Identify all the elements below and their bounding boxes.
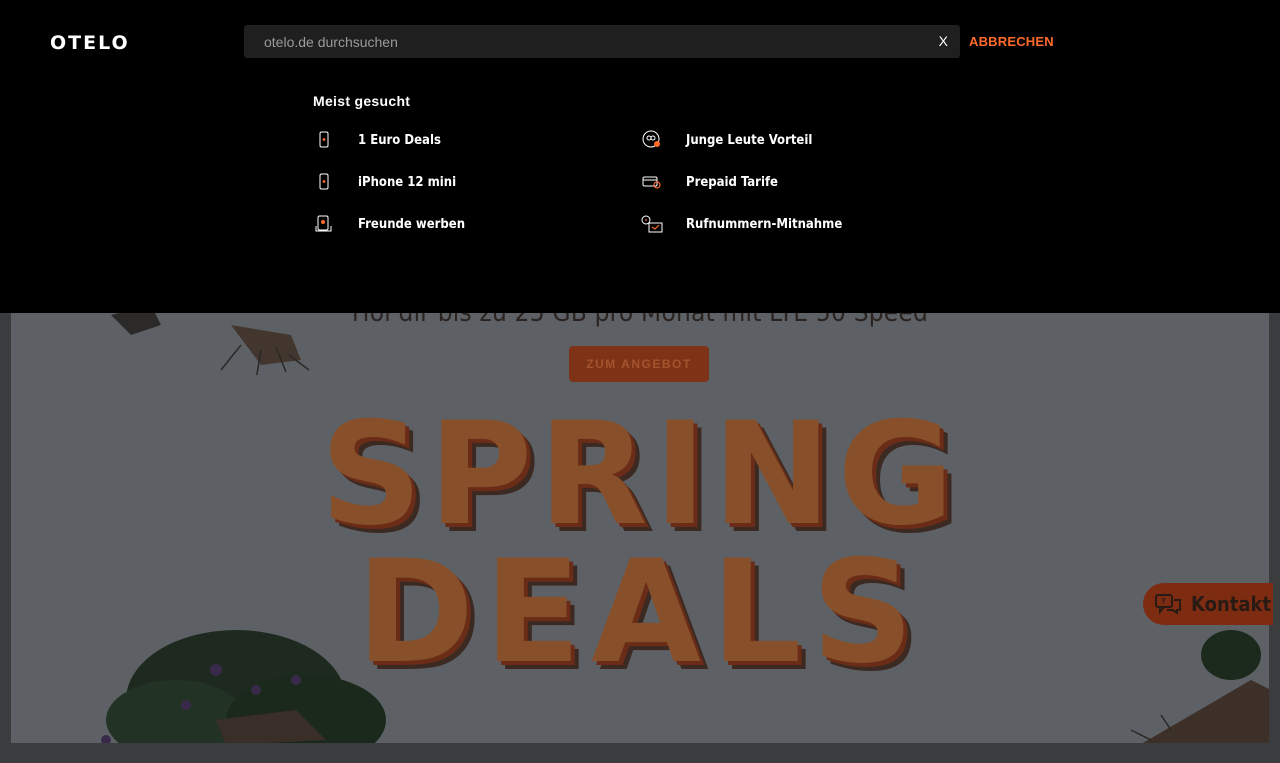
- chat-help-icon: ?: [1155, 593, 1181, 615]
- svg-text:?: ?: [1161, 597, 1166, 606]
- popular-link-prepaid-tarife[interactable]: Prepaid Tarife: [641, 170, 778, 194]
- otelo-logo[interactable]: OTELO: [50, 32, 130, 54]
- popular-link-label: 1 Euro Deals: [358, 132, 441, 148]
- popular-link-label: Junge Leute Vorteil: [686, 132, 813, 148]
- contact-button[interactable]: ? Kontakt: [1143, 583, 1273, 625]
- popular-link-label: Rufnummern-Mitnahme: [686, 216, 843, 232]
- popular-link-rufnummern-mitnahme[interactable]: Rufnummern-Mitnahme: [641, 212, 842, 236]
- search-overlay: OTELO X ABBRECHEN Meist gesucht 1 Euro D…: [0, 0, 1280, 313]
- popular-searches-title: Meist gesucht: [313, 93, 411, 109]
- popular-link-iphone-12-mini[interactable]: iPhone 12 mini: [313, 170, 456, 194]
- popular-link-label: iPhone 12 mini: [358, 174, 457, 190]
- popular-link-label: Prepaid Tarife: [686, 174, 778, 190]
- popular-link-label: Freunde werben: [358, 216, 466, 232]
- hero-headline-line1: SPRING: [320, 392, 960, 557]
- refer-friend-icon: [313, 213, 335, 235]
- prepaid-card-icon: [641, 171, 663, 193]
- popular-link-junge-leute-vorteil[interactable]: Junge Leute Vorteil: [641, 128, 812, 152]
- search-input[interactable]: [262, 25, 906, 58]
- cancel-button[interactable]: ABBRECHEN: [969, 34, 1054, 49]
- popular-link-1-euro-deals[interactable]: 1 Euro Deals: [313, 128, 441, 152]
- popular-link-freunde-werben[interactable]: Freunde werben: [313, 212, 465, 236]
- hero-cta-button[interactable]: ZUM ANGEBOT: [569, 346, 709, 382]
- number-porting-icon: [641, 213, 663, 235]
- hero-banner: Hol dir bis zu 25 GB pro Monat mit LTE 5…: [11, 240, 1269, 743]
- search-box: X: [244, 25, 960, 58]
- clear-search-button[interactable]: X: [939, 33, 948, 49]
- contact-label: Kontakt: [1191, 592, 1272, 616]
- phone-icon: [313, 171, 335, 193]
- young-people-icon: [641, 129, 663, 151]
- hero-headline-line2: DEALS: [356, 530, 924, 695]
- phone-icon: [313, 129, 335, 151]
